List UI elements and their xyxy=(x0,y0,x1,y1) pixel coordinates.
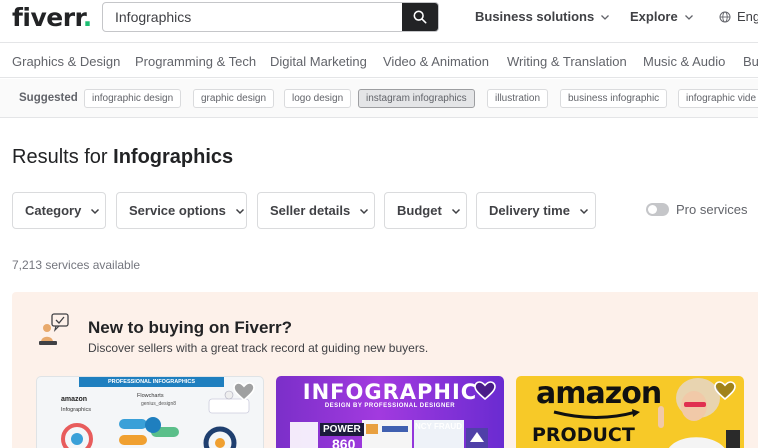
card-fraud-text: NCY FRAUD xyxy=(415,422,462,431)
suggested-chip[interactable]: infographic vide xyxy=(678,89,758,108)
search-icon xyxy=(413,10,427,24)
explore-menu[interactable]: Explore xyxy=(630,9,694,24)
chevron-down-icon xyxy=(235,208,244,214)
heart-icon[interactable] xyxy=(474,381,496,401)
suggested-chip[interactable]: infographic design xyxy=(84,89,182,108)
chevron-down-icon xyxy=(451,208,460,214)
category-item[interactable]: Graphics & Design xyxy=(12,54,120,69)
promo-subtitle: Discover sellers with a great track reco… xyxy=(88,341,429,355)
category-item[interactable]: Programming & Tech xyxy=(135,54,256,69)
heart-icon[interactable] xyxy=(233,382,255,402)
chevron-down-icon xyxy=(91,208,100,214)
category-menu: Graphics & Design Programming & Tech Dig… xyxy=(0,42,758,78)
language-selector[interactable]: Eng xyxy=(719,9,758,24)
promo-title: New to buying on Fiverr? xyxy=(88,318,293,337)
search-input[interactable] xyxy=(103,3,403,31)
pro-services-toggle[interactable] xyxy=(646,203,669,216)
search-query: Infographics xyxy=(113,146,234,168)
results-heading: Results for Infographics xyxy=(12,146,234,168)
chevron-down-icon xyxy=(684,14,693,20)
chevron-down-icon xyxy=(360,208,369,214)
category-item[interactable]: Writing & Translation xyxy=(507,54,627,69)
filter-service-options[interactable]: Service options xyxy=(116,192,247,229)
filter-delivery-time[interactable]: Delivery time xyxy=(476,192,596,229)
card-number-text: 860 xyxy=(332,436,356,448)
globe-icon xyxy=(719,11,731,22)
gig-card[interactable]: INFOGRAPHIC DESIGN BY PROFESSIONAL DESIG… xyxy=(276,376,504,448)
chevron-down-icon xyxy=(579,208,588,214)
gig-card[interactable]: amazon PRODUCT xyxy=(516,376,744,448)
infographic-thumbnail xyxy=(61,390,250,448)
fiverr-logo[interactable]: fiverr. xyxy=(12,3,92,32)
heart-icon[interactable] xyxy=(714,381,736,401)
suggested-chip[interactable]: business infographic xyxy=(560,89,668,108)
suggested-chip[interactable]: logo design xyxy=(284,89,352,108)
gig-card[interactable]: PROFESSIONAL INFOGRAPHICS amazon Infogra… xyxy=(36,376,264,448)
suggested-chip[interactable]: illustration xyxy=(487,89,549,108)
search-bar xyxy=(102,2,439,32)
filter-category[interactable]: Category xyxy=(12,192,106,229)
amazon-smile-icon xyxy=(553,409,640,419)
card-product-text: PRODUCT xyxy=(532,424,635,446)
buyer-guide-icon xyxy=(39,313,69,345)
suggested-label: Suggested xyxy=(19,92,78,104)
infographic-thumbnail xyxy=(290,420,488,448)
filter-seller-details[interactable]: Seller details xyxy=(257,192,375,229)
suggested-chip-active[interactable]: instagram infographics xyxy=(358,89,475,108)
results-count: 7,213 services available xyxy=(12,258,141,272)
suggested-tags-bar: Suggested infographic design graphic des… xyxy=(0,79,758,118)
pro-services-label: Pro services xyxy=(676,202,748,217)
category-item[interactable]: Bu xyxy=(743,54,758,69)
suggested-chip[interactable]: graphic design xyxy=(193,89,275,108)
category-item[interactable]: Video & Animation xyxy=(383,54,489,69)
category-item[interactable]: Music & Audio xyxy=(643,54,725,69)
chevron-down-icon xyxy=(601,14,610,20)
search-button[interactable] xyxy=(402,3,438,31)
business-solutions-menu[interactable]: Business solutions xyxy=(475,9,610,24)
category-item[interactable]: Digital Marketing xyxy=(270,54,367,69)
top-header: fiverr. Business solutions Explore Eng xyxy=(0,0,758,42)
card-power-text: POWER xyxy=(320,423,364,436)
filter-budget[interactable]: Budget xyxy=(384,192,467,229)
